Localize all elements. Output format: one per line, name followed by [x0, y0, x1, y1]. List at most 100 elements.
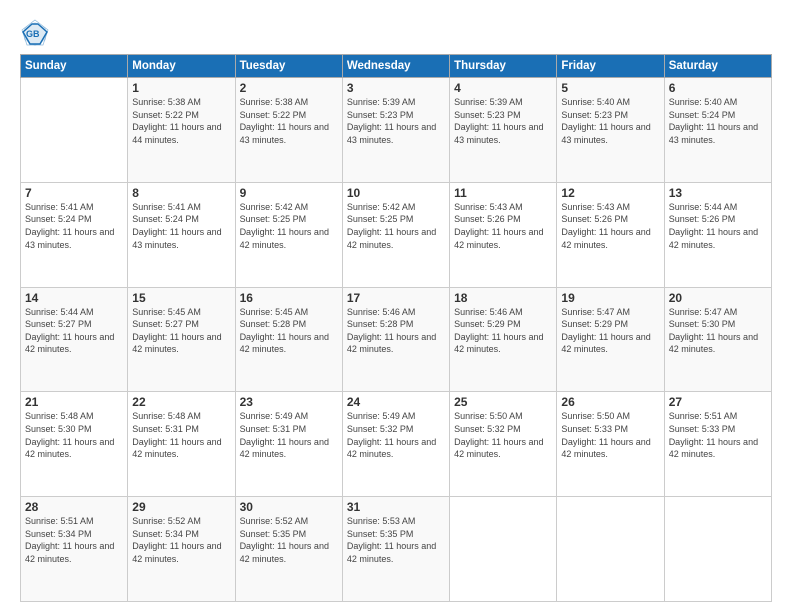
cell-info: Sunrise: 5:52 AMSunset: 5:35 PMDaylight:… — [240, 515, 338, 565]
cell-info: Sunrise: 5:50 AMSunset: 5:33 PMDaylight:… — [561, 410, 659, 460]
table-row: 6Sunrise: 5:40 AMSunset: 5:24 PMDaylight… — [664, 78, 771, 183]
table-row: 10Sunrise: 5:42 AMSunset: 5:25 PMDayligh… — [342, 182, 449, 287]
cell-day-number: 20 — [669, 291, 767, 305]
table-row — [557, 497, 664, 602]
cell-day-number: 28 — [25, 500, 123, 514]
table-row: 4Sunrise: 5:39 AMSunset: 5:23 PMDaylight… — [450, 78, 557, 183]
cell-info: Sunrise: 5:44 AMSunset: 5:27 PMDaylight:… — [25, 306, 123, 356]
cell-info: Sunrise: 5:43 AMSunset: 5:26 PMDaylight:… — [561, 201, 659, 251]
page: GB SundayMondayTuesdayWednesdayThursdayF… — [0, 0, 792, 612]
table-row — [664, 497, 771, 602]
table-row: 20Sunrise: 5:47 AMSunset: 5:30 PMDayligh… — [664, 287, 771, 392]
cell-info: Sunrise: 5:47 AMSunset: 5:30 PMDaylight:… — [669, 306, 767, 356]
header: GB — [20, 18, 772, 48]
cell-info: Sunrise: 5:48 AMSunset: 5:30 PMDaylight:… — [25, 410, 123, 460]
cell-day-number: 12 — [561, 186, 659, 200]
cell-day-number: 24 — [347, 395, 445, 409]
cell-day-number: 5 — [561, 81, 659, 95]
table-row: 12Sunrise: 5:43 AMSunset: 5:26 PMDayligh… — [557, 182, 664, 287]
cell-day-number: 8 — [132, 186, 230, 200]
table-row: 11Sunrise: 5:43 AMSunset: 5:26 PMDayligh… — [450, 182, 557, 287]
cell-day-number: 17 — [347, 291, 445, 305]
cell-info: Sunrise: 5:48 AMSunset: 5:31 PMDaylight:… — [132, 410, 230, 460]
cell-day-number: 25 — [454, 395, 552, 409]
col-header-tuesday: Tuesday — [235, 55, 342, 78]
col-header-thursday: Thursday — [450, 55, 557, 78]
cell-info: Sunrise: 5:45 AMSunset: 5:27 PMDaylight:… — [132, 306, 230, 356]
table-row: 28Sunrise: 5:51 AMSunset: 5:34 PMDayligh… — [21, 497, 128, 602]
cell-info: Sunrise: 5:40 AMSunset: 5:23 PMDaylight:… — [561, 96, 659, 146]
cell-day-number: 1 — [132, 81, 230, 95]
cell-info: Sunrise: 5:38 AMSunset: 5:22 PMDaylight:… — [240, 96, 338, 146]
cell-day-number: 14 — [25, 291, 123, 305]
cell-info: Sunrise: 5:49 AMSunset: 5:32 PMDaylight:… — [347, 410, 445, 460]
cell-day-number: 7 — [25, 186, 123, 200]
col-header-sunday: Sunday — [21, 55, 128, 78]
cell-day-number: 2 — [240, 81, 338, 95]
table-row: 3Sunrise: 5:39 AMSunset: 5:23 PMDaylight… — [342, 78, 449, 183]
svg-text:GB: GB — [26, 29, 40, 39]
cell-info: Sunrise: 5:47 AMSunset: 5:29 PMDaylight:… — [561, 306, 659, 356]
cell-info: Sunrise: 5:46 AMSunset: 5:28 PMDaylight:… — [347, 306, 445, 356]
cell-info: Sunrise: 5:40 AMSunset: 5:24 PMDaylight:… — [669, 96, 767, 146]
cell-info: Sunrise: 5:38 AMSunset: 5:22 PMDaylight:… — [132, 96, 230, 146]
table-row: 23Sunrise: 5:49 AMSunset: 5:31 PMDayligh… — [235, 392, 342, 497]
table-row — [21, 78, 128, 183]
cell-info: Sunrise: 5:43 AMSunset: 5:26 PMDaylight:… — [454, 201, 552, 251]
cell-day-number: 27 — [669, 395, 767, 409]
col-header-saturday: Saturday — [664, 55, 771, 78]
cell-info: Sunrise: 5:46 AMSunset: 5:29 PMDaylight:… — [454, 306, 552, 356]
table-row: 30Sunrise: 5:52 AMSunset: 5:35 PMDayligh… — [235, 497, 342, 602]
cell-day-number: 13 — [669, 186, 767, 200]
cell-info: Sunrise: 5:52 AMSunset: 5:34 PMDaylight:… — [132, 515, 230, 565]
cell-info: Sunrise: 5:51 AMSunset: 5:34 PMDaylight:… — [25, 515, 123, 565]
logo: GB — [20, 18, 54, 48]
cell-day-number: 23 — [240, 395, 338, 409]
cell-day-number: 11 — [454, 186, 552, 200]
cell-day-number: 30 — [240, 500, 338, 514]
table-row: 5Sunrise: 5:40 AMSunset: 5:23 PMDaylight… — [557, 78, 664, 183]
cell-day-number: 18 — [454, 291, 552, 305]
table-row: 31Sunrise: 5:53 AMSunset: 5:35 PMDayligh… — [342, 497, 449, 602]
cell-day-number: 21 — [25, 395, 123, 409]
col-header-monday: Monday — [128, 55, 235, 78]
table-row: 27Sunrise: 5:51 AMSunset: 5:33 PMDayligh… — [664, 392, 771, 497]
cell-day-number: 31 — [347, 500, 445, 514]
cell-info: Sunrise: 5:44 AMSunset: 5:26 PMDaylight:… — [669, 201, 767, 251]
cell-day-number: 16 — [240, 291, 338, 305]
table-row: 8Sunrise: 5:41 AMSunset: 5:24 PMDaylight… — [128, 182, 235, 287]
cell-info: Sunrise: 5:39 AMSunset: 5:23 PMDaylight:… — [347, 96, 445, 146]
cell-day-number: 22 — [132, 395, 230, 409]
col-header-friday: Friday — [557, 55, 664, 78]
table-row: 19Sunrise: 5:47 AMSunset: 5:29 PMDayligh… — [557, 287, 664, 392]
cell-day-number: 29 — [132, 500, 230, 514]
table-row: 9Sunrise: 5:42 AMSunset: 5:25 PMDaylight… — [235, 182, 342, 287]
cell-day-number: 9 — [240, 186, 338, 200]
table-row: 29Sunrise: 5:52 AMSunset: 5:34 PMDayligh… — [128, 497, 235, 602]
table-row: 22Sunrise: 5:48 AMSunset: 5:31 PMDayligh… — [128, 392, 235, 497]
cell-day-number: 19 — [561, 291, 659, 305]
table-row: 21Sunrise: 5:48 AMSunset: 5:30 PMDayligh… — [21, 392, 128, 497]
table-row: 2Sunrise: 5:38 AMSunset: 5:22 PMDaylight… — [235, 78, 342, 183]
cell-info: Sunrise: 5:42 AMSunset: 5:25 PMDaylight:… — [347, 201, 445, 251]
col-header-wednesday: Wednesday — [342, 55, 449, 78]
cell-day-number: 10 — [347, 186, 445, 200]
calendar: SundayMondayTuesdayWednesdayThursdayFrid… — [20, 54, 772, 602]
table-row: 26Sunrise: 5:50 AMSunset: 5:33 PMDayligh… — [557, 392, 664, 497]
table-row: 16Sunrise: 5:45 AMSunset: 5:28 PMDayligh… — [235, 287, 342, 392]
cell-info: Sunrise: 5:49 AMSunset: 5:31 PMDaylight:… — [240, 410, 338, 460]
cell-info: Sunrise: 5:42 AMSunset: 5:25 PMDaylight:… — [240, 201, 338, 251]
table-row: 14Sunrise: 5:44 AMSunset: 5:27 PMDayligh… — [21, 287, 128, 392]
cell-info: Sunrise: 5:41 AMSunset: 5:24 PMDaylight:… — [132, 201, 230, 251]
cell-day-number: 6 — [669, 81, 767, 95]
table-row: 1Sunrise: 5:38 AMSunset: 5:22 PMDaylight… — [128, 78, 235, 183]
cell-info: Sunrise: 5:53 AMSunset: 5:35 PMDaylight:… — [347, 515, 445, 565]
table-row — [450, 497, 557, 602]
table-row: 13Sunrise: 5:44 AMSunset: 5:26 PMDayligh… — [664, 182, 771, 287]
cell-info: Sunrise: 5:50 AMSunset: 5:32 PMDaylight:… — [454, 410, 552, 460]
cell-day-number: 3 — [347, 81, 445, 95]
table-row: 7Sunrise: 5:41 AMSunset: 5:24 PMDaylight… — [21, 182, 128, 287]
cell-day-number: 26 — [561, 395, 659, 409]
table-row: 15Sunrise: 5:45 AMSunset: 5:27 PMDayligh… — [128, 287, 235, 392]
cell-info: Sunrise: 5:39 AMSunset: 5:23 PMDaylight:… — [454, 96, 552, 146]
